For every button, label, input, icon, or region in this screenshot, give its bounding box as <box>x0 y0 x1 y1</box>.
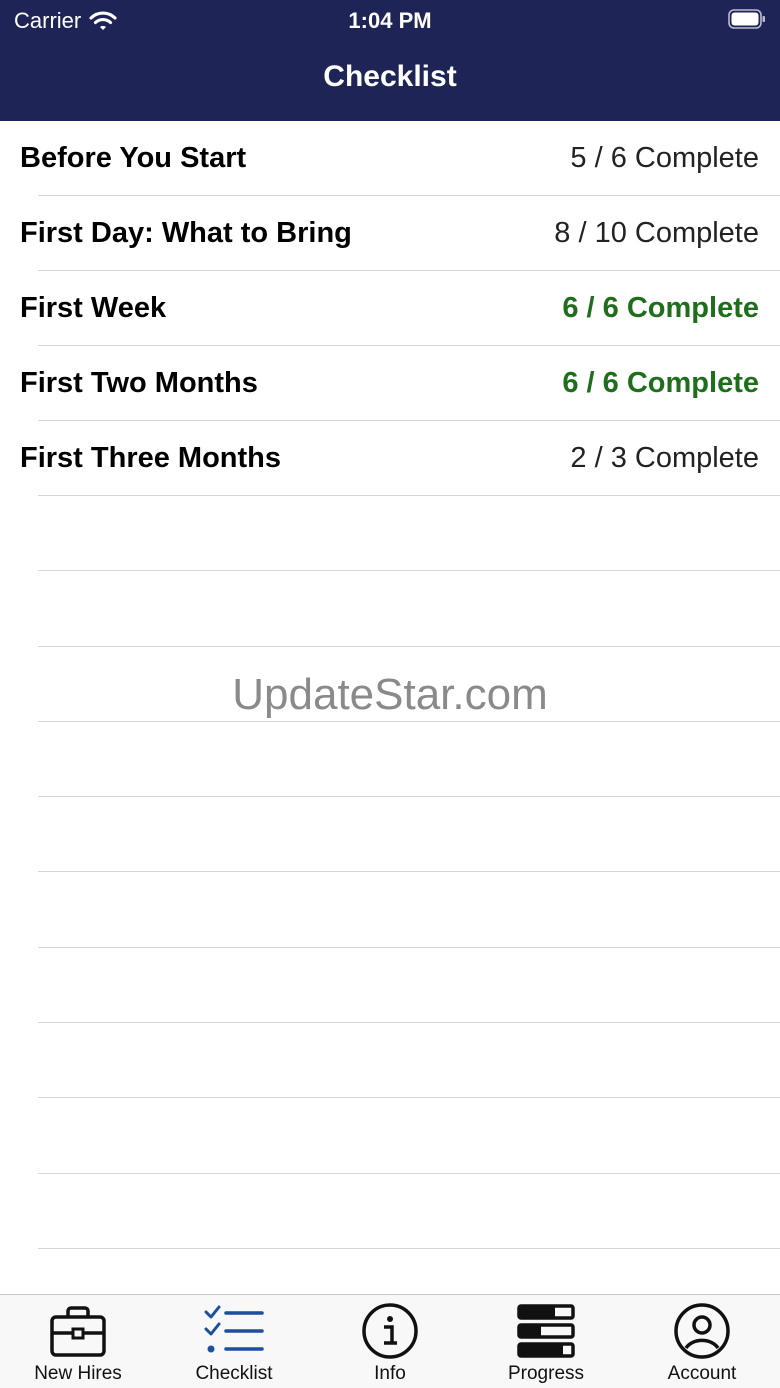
tab-label: New Hires <box>34 1363 122 1384</box>
empty-row <box>0 722 780 798</box>
row-title: First Three Months <box>20 442 282 474</box>
empty-row <box>0 797 780 873</box>
row-status: 5 / 6 Complete <box>570 142 759 174</box>
empty-row <box>0 872 780 949</box>
tab-bar: New Hires Checklist Info Progress Accoun… <box>0 1294 780 1388</box>
clock: 1:04 PM <box>348 8 432 33</box>
checklist-row-before-you-start[interactable]: Before You Start 5 / 6 Complete <box>0 121 780 196</box>
tab-checklist[interactable]: Checklist <box>156 1295 312 1388</box>
checklist-icon <box>204 1305 264 1353</box>
row-status: 6 / 6 Complete <box>562 367 759 399</box>
checklist-list: Before You Start 5 / 6 Complete First Da… <box>0 121 780 1325</box>
tab-progress[interactable]: Progress <box>468 1295 624 1388</box>
tab-new-hires[interactable]: New Hires <box>0 1295 156 1388</box>
row-title: First Week <box>20 292 167 324</box>
tab-account[interactable]: Account <box>624 1295 780 1388</box>
navigation-bar: Checklist <box>0 40 780 121</box>
account-icon <box>674 1303 730 1359</box>
tab-label: Account <box>667 1363 737 1384</box>
row-status: 6 / 6 Complete <box>562 292 759 324</box>
checklist-row-first-three-months[interactable]: First Three Months 2 / 3 Complete <box>0 421 780 496</box>
tab-info[interactable]: Info <box>312 1295 468 1388</box>
row-title: First Day: What to Bring <box>20 217 352 249</box>
status-bar: Carrier 1:04 PM <box>0 0 780 40</box>
tab-label: Progress <box>507 1363 585 1384</box>
empty-row <box>0 571 780 647</box>
row-status: 8 / 10 Complete <box>554 217 759 249</box>
tab-label: Info <box>374 1363 406 1384</box>
empty-row <box>0 496 780 572</box>
row-title: First Two Months <box>20 367 258 399</box>
page-title: Checklist <box>323 60 457 93</box>
checklist-row-first-week[interactable]: First Week 6 / 6 Complete <box>0 271 780 346</box>
row-title: Before You Start <box>20 142 247 174</box>
info-icon <box>362 1303 418 1359</box>
battery-icon <box>728 9 765 29</box>
row-status: 2 / 3 Complete <box>570 442 759 474</box>
briefcase-icon <box>50 1306 106 1357</box>
progress-icon <box>517 1304 575 1358</box>
checklist-row-first-day[interactable]: First Day: What to Bring 8 / 10 Complete <box>0 196 780 271</box>
empty-row <box>0 1023 780 1099</box>
empty-row <box>0 1098 780 1174</box>
checklist-row-first-two-months[interactable]: First Two Months 6 / 6 Complete <box>0 346 780 421</box>
tab-label: Checklist <box>195 1363 273 1384</box>
empty-row <box>0 1174 780 1250</box>
empty-row <box>0 948 780 1024</box>
watermark: UpdateStar.com <box>232 670 548 719</box>
